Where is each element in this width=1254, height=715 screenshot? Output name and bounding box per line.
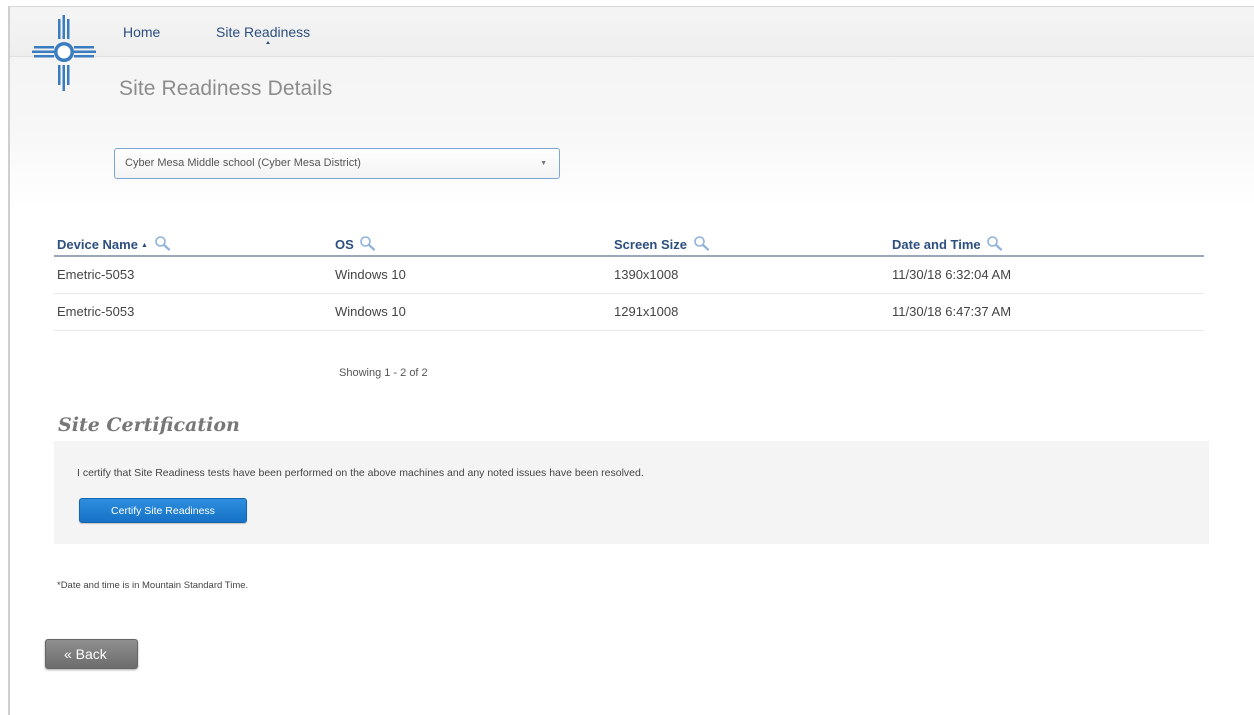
site-certification-heading: Site Certification [58,414,240,436]
page-title: Site Readiness Details [119,77,333,100]
top-navbar [10,7,1254,57]
cell-screen-size: 1390x1008 [611,256,889,294]
cell-device-name: Emetric-5053 [54,256,332,294]
search-icon[interactable] [986,235,1003,252]
certify-site-readiness-button[interactable]: Certify Site Readiness [79,498,247,523]
nav-home-link[interactable]: Home [123,24,160,40]
certification-statement: I certify that Site Readiness tests have… [77,467,644,479]
devices-table: Device Name ▲ OS Screen Size Date and Tim… [54,227,1204,331]
table-header-row: Device Name ▲ OS Screen Size Date and Tim… [54,227,1204,257]
column-header-date-and-time[interactable]: Date and Time [889,227,1204,257]
table-row: Emetric-5053 Windows 10 1390x1008 11/30/… [54,256,1204,294]
sort-ascending-icon: ▲ [140,241,148,249]
table-row: Emetric-5053 Windows 10 1291x1008 11/30/… [54,293,1204,331]
zia-logo-icon[interactable] [32,13,96,93]
column-header-device-name[interactable]: Device Name ▲ [54,227,332,257]
column-header-screen-size[interactable]: Screen Size [611,227,889,257]
search-icon[interactable] [154,235,171,252]
search-icon[interactable] [693,235,710,252]
cell-date-time: 11/30/18 6:32:04 AM [889,256,1204,294]
cell-os: Windows 10 [332,256,611,294]
page-frame: Home Site Readiness Site Readiness Detai… [8,6,1254,715]
search-icon[interactable] [359,235,376,252]
school-select-dropdown[interactable]: Cyber Mesa Middle school (Cyber Mesa Dis… [114,148,560,179]
dropdown-arrow-icon: ▼ [540,160,547,167]
active-nav-caret-icon [266,41,270,44]
school-select-value: Cyber Mesa Middle school (Cyber Mesa Dis… [125,157,361,169]
timezone-footnote: *Date and time is in Mountain Standard T… [57,580,249,591]
cell-device-name: Emetric-5053 [54,293,332,331]
certification-panel: I certify that Site Readiness tests have… [54,441,1209,544]
cell-date-time: 11/30/18 6:47:37 AM [889,293,1204,331]
column-header-os[interactable]: OS [332,227,611,257]
nav-site-readiness-link[interactable]: Site Readiness [216,24,310,40]
cell-screen-size: 1291x1008 [611,293,889,331]
back-button[interactable]: « Back [45,639,138,669]
cell-os: Windows 10 [332,293,611,331]
paging-info: Showing 1 - 2 of 2 [339,367,428,379]
